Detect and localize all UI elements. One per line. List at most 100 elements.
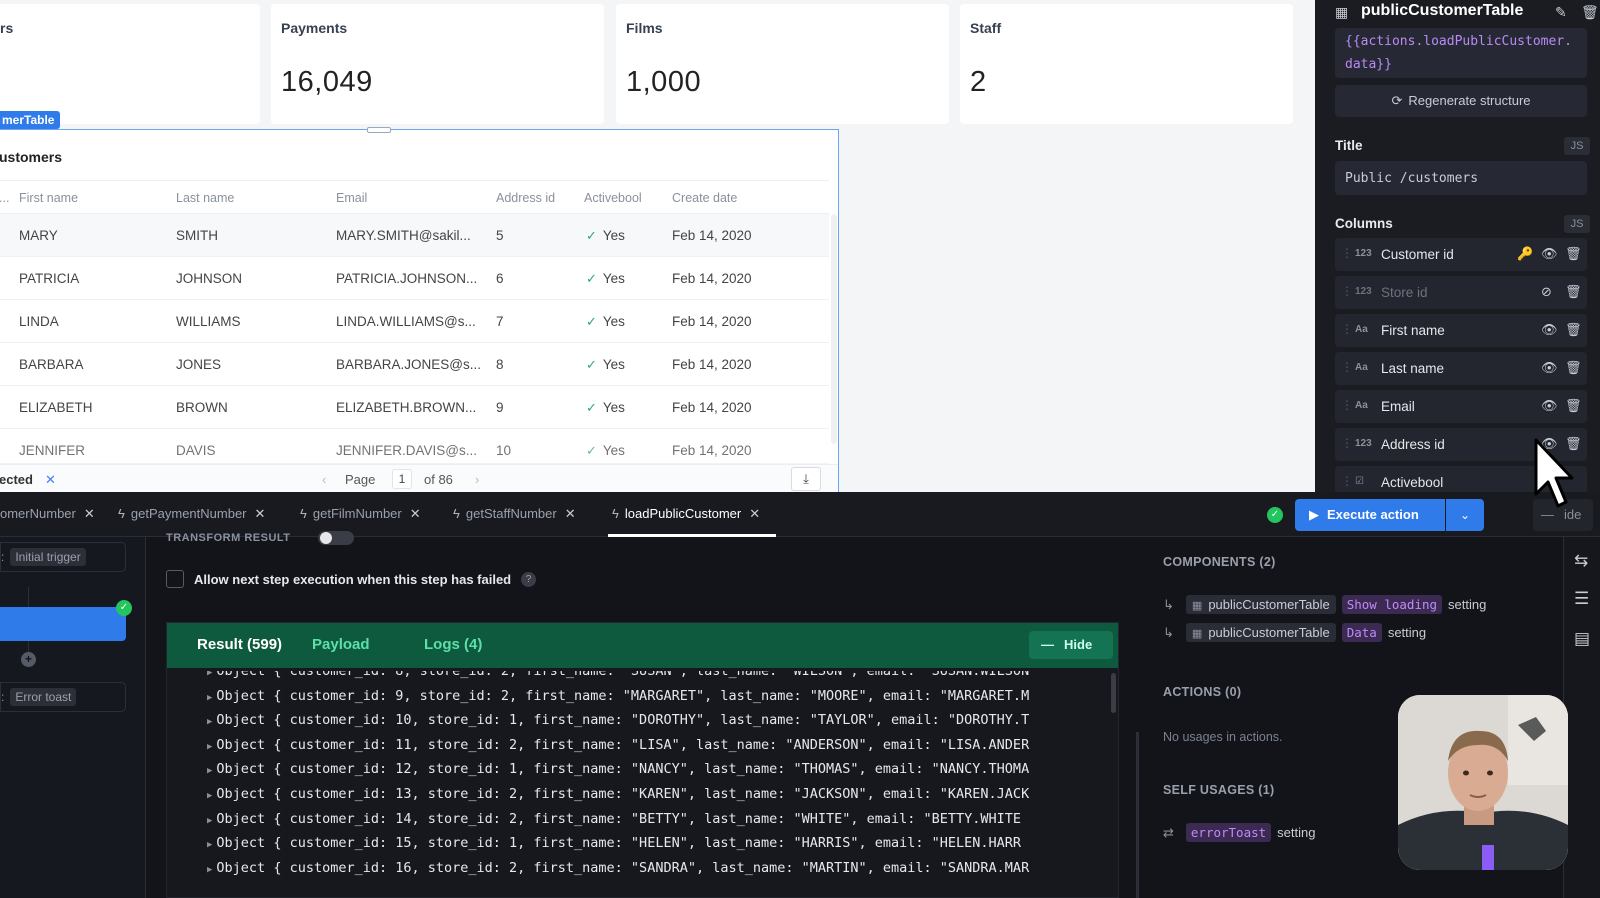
customer-table-widget[interactable]: ustomers ... First name Last name Email …: [0, 127, 839, 492]
page-number-input[interactable]: 1: [392, 469, 412, 489]
calendar-icon[interactable]: ▤: [1574, 629, 1590, 649]
expand-icon[interactable]: ▶: [207, 742, 212, 752]
js-toggle[interactable]: JS: [1564, 137, 1590, 155]
widget-chip[interactable]: ▦ publicCustomerTable: [1185, 595, 1336, 614]
column-header[interactable]: ...: [0, 191, 9, 205]
eye-icon[interactable]: 👁: [1541, 322, 1558, 338]
column-header[interactable]: Last name: [176, 191, 234, 205]
help-icon[interactable]: ?: [521, 572, 536, 587]
stat-card-payments[interactable]: Payments 16,049: [271, 4, 604, 124]
eye-icon[interactable]: 👁: [1541, 246, 1558, 262]
tab-action-active[interactable]: ϟ loadPublicCustomer ✕: [612, 506, 760, 522]
trash-icon[interactable]: 🗑: [1565, 360, 1582, 376]
allow-next-step-checkbox[interactable]: [166, 570, 184, 588]
close-icon[interactable]: ✕: [565, 506, 576, 521]
expand-icon[interactable]: ▶: [207, 840, 212, 850]
column-header[interactable]: Email: [336, 191, 367, 205]
title-input[interactable]: [1335, 161, 1587, 195]
database-icon[interactable]: ☰: [1574, 589, 1589, 609]
column-item-email[interactable]: ⋮ Aa Email 👁 🗑: [1335, 390, 1587, 423]
data-binding-code[interactable]: {{actions.loadPublicCustomer. data}}: [1335, 28, 1587, 78]
column-item-store-id[interactable]: ⋮ 123 Store id ⊘ 🗑: [1335, 276, 1587, 309]
swap-icon[interactable]: ⇆: [1574, 551, 1588, 571]
selected-widget-tag[interactable]: merTable: [0, 111, 61, 129]
expand-icon[interactable]: ▶: [207, 865, 212, 875]
usage-row[interactable]: ↳ ▦ publicCustomerTable Show loading setting: [1163, 595, 1486, 617]
eye-icon[interactable]: 👁: [1541, 398, 1558, 414]
expand-icon[interactable]: ▶: [207, 671, 212, 678]
expand-icon[interactable]: ▶: [207, 717, 212, 727]
clear-selection-icon[interactable]: ✕: [45, 472, 56, 488]
column-item-last-name[interactable]: ⋮ Aa Last name 👁 🗑: [1335, 352, 1587, 385]
execute-action-button[interactable]: ▶ Execute action: [1295, 499, 1445, 531]
usage-row[interactable]: ⇄ errorToast setting: [1163, 823, 1315, 845]
transform-toggle[interactable]: [318, 531, 354, 545]
column-header[interactable]: Create date: [672, 191, 737, 205]
stat-card-films[interactable]: Films 1,000: [616, 4, 949, 124]
close-icon[interactable]: ✕: [749, 506, 760, 521]
table-scrollbar[interactable]: [831, 214, 837, 444]
drag-handle-icon[interactable]: ⋮: [1341, 474, 1353, 488]
column-header[interactable]: Address id: [496, 191, 555, 205]
drag-handle-icon[interactable]: ⋮: [1341, 436, 1353, 450]
next-page-icon[interactable]: ›: [475, 472, 479, 487]
column-item-first-name[interactable]: ⋮ Aa First name 👁 🗑: [1335, 314, 1587, 347]
result-object[interactable]: ▶ Object { customer_id: 14, store_id: 2, …: [207, 807, 1087, 832]
table-row[interactable]: ELIZABETH BROWN ELIZABETH.BROWN... 9 ✓ Ye…: [0, 386, 829, 429]
drag-handle-icon[interactable]: ⋮: [1341, 360, 1353, 374]
result-object[interactable]: ▶ Object { customer_id: 12, store_id: 1, …: [207, 757, 1087, 782]
tab-logs[interactable]: Logs (4): [424, 636, 482, 653]
expand-icon[interactable]: ▶: [207, 766, 212, 776]
tab-action[interactable]: ϟ getStaffNumber ✕: [453, 506, 576, 522]
download-icon[interactable]: ⤓: [791, 467, 821, 491]
expand-icon[interactable]: ▶: [207, 816, 212, 826]
step-error[interactable]: : Error toast: [0, 682, 126, 712]
table-row[interactable]: PATRICIA JOHNSON PATRICIA.JOHNSON... 6 ✓…: [0, 257, 829, 300]
results-scrollbar[interactable]: [1111, 673, 1116, 713]
prev-page-icon[interactable]: ‹: [322, 472, 326, 487]
table-row[interactable]: BARBARA JONES BARBARA.JONES@s... 8 ✓ Yes …: [0, 343, 829, 386]
result-object[interactable]: ▶ Object { customer_id: 13, store_id: 2, …: [207, 782, 1087, 807]
step-active[interactable]: [0, 607, 126, 641]
hide-results-button[interactable]: — Hide: [1029, 631, 1113, 659]
tab-action[interactable]: omerNumber ✕: [0, 506, 95, 522]
trash-icon[interactable]: 🗑: [1565, 322, 1582, 338]
stat-card-customers[interactable]: rs: [0, 4, 260, 124]
eye-icon[interactable]: 👁: [1541, 360, 1558, 376]
column-header[interactable]: Activebool: [584, 191, 642, 205]
widget-chip[interactable]: ▦ publicCustomerTable: [1185, 623, 1336, 642]
close-icon[interactable]: ✕: [84, 506, 95, 521]
result-object[interactable]: ▶ Object { customer_id: 11, store_id: 2, …: [207, 733, 1087, 758]
drag-handle-icon[interactable]: ⋮: [1341, 322, 1353, 336]
js-toggle[interactable]: JS: [1564, 215, 1590, 233]
tab-action[interactable]: ϟ getPaymentNumber ✕: [118, 506, 265, 522]
trash-icon[interactable]: 🗑: [1565, 398, 1582, 414]
key-icon[interactable]: 🔑: [1517, 246, 1533, 262]
trash-icon[interactable]: 🗑: [1565, 246, 1582, 262]
expand-icon[interactable]: ▶: [207, 693, 212, 703]
drag-handle-icon[interactable]: ⋮: [1341, 284, 1353, 298]
table-row[interactable]: LINDA WILLIAMS LINDA.WILLIAMS@s... 7 ✓ Ye…: [0, 300, 829, 343]
step-trigger[interactable]: : Initial trigger: [0, 542, 126, 572]
eye-off-icon[interactable]: ⊘: [1541, 284, 1552, 300]
result-object[interactable]: ▶ Object { customer_id: 15, store_id: 1, …: [207, 831, 1087, 856]
result-object[interactable]: ▶ Object { customer_id: 8, store_id: 2, f…: [207, 671, 1087, 684]
tab-payload[interactable]: Payload: [312, 636, 370, 653]
execute-options-chevron-icon[interactable]: ⌄: [1446, 499, 1484, 531]
result-object[interactable]: ▶ Object { customer_id: 10, store_id: 1, …: [207, 708, 1087, 733]
trash-icon[interactable]: 🗑: [1581, 4, 1599, 21]
close-icon[interactable]: ✕: [410, 506, 421, 521]
trash-icon[interactable]: 🗑: [1565, 284, 1582, 300]
column-item-customer-id[interactable]: ⋮ 123 Customer id 🔑 👁 🗑: [1335, 238, 1587, 271]
regenerate-structure-button[interactable]: ⟳ Regenerate structure: [1335, 85, 1587, 117]
add-step-icon[interactable]: +: [21, 652, 36, 667]
result-object[interactable]: ▶ Object { customer_id: 9, store_id: 2, f…: [207, 684, 1087, 709]
tab-result[interactable]: Result (599): [197, 636, 282, 653]
result-object[interactable]: ▶ Object { customer_id: 16, store_id: 2, …: [207, 856, 1087, 881]
drag-handle-icon[interactable]: ⋮: [1341, 398, 1353, 412]
expand-icon[interactable]: ▶: [207, 791, 212, 801]
widget-name[interactable]: publicCustomerTable: [1361, 2, 1523, 20]
drag-handle-icon[interactable]: ⋮: [1341, 246, 1353, 260]
stat-card-staff[interactable]: Staff 2: [960, 4, 1293, 124]
tab-action[interactable]: ϟ getFilmNumber ✕: [300, 506, 421, 522]
